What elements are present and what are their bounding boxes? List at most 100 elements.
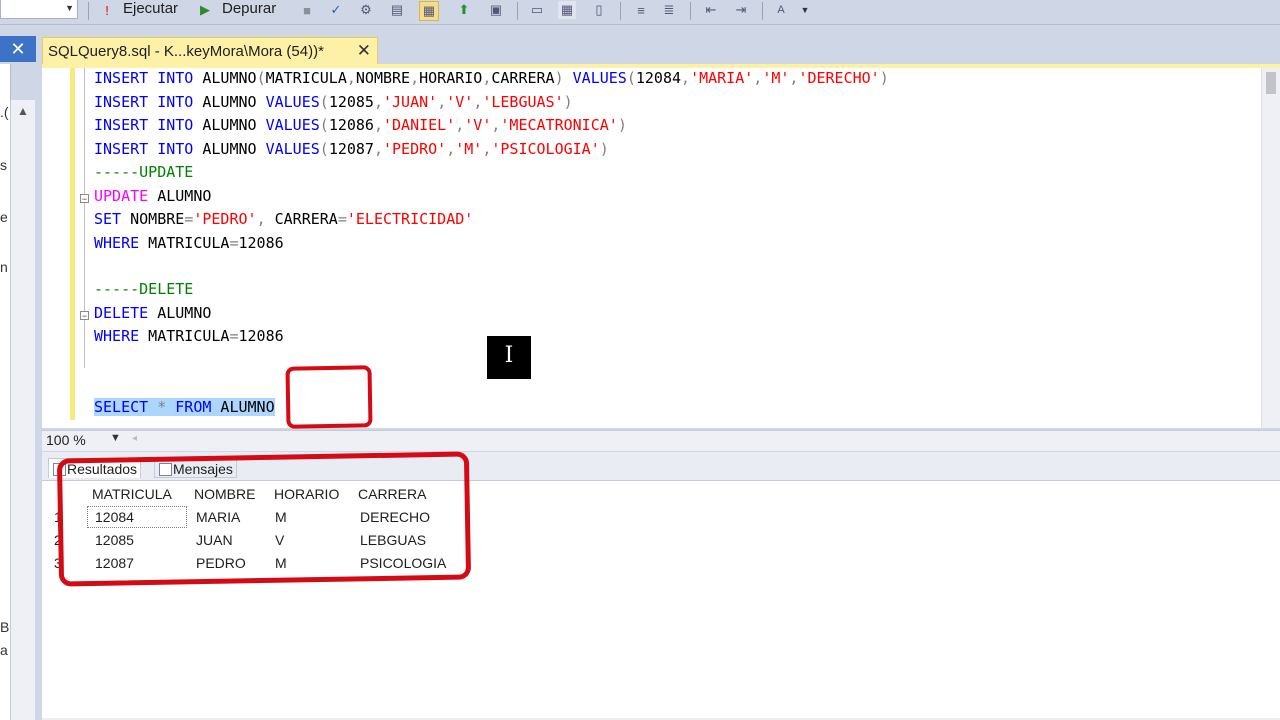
zoom-bar: 100 % ▼ ◂ <box>42 430 1280 451</box>
toolbar-separator <box>690 2 691 20</box>
tab-sqlquery8[interactable]: SQLQuery8.sql - K...keyMora\Mora (54))* … <box>42 37 378 65</box>
chevron-down-icon[interactable]: ▼ <box>110 432 121 444</box>
execute-icon[interactable]: ! <box>98 1 116 19</box>
code-token: 'DERECHO' <box>798 69 880 87</box>
code-line[interactable]: INSERT INTO ALUMNO VALUES(12085,'JUAN','… <box>94 92 573 112</box>
code-token: 12086 <box>238 327 284 345</box>
code-line[interactable]: DELETE ALUMNO <box>94 303 211 323</box>
toolbar-separator <box>762 2 763 20</box>
code-token: ALUMNO <box>193 69 257 87</box>
left-fragment: a <box>0 642 8 658</box>
code-line[interactable]: -----UPDATE <box>94 162 193 182</box>
code-token: MATRICULA <box>139 327 230 345</box>
code-token: ( <box>319 116 329 134</box>
code-token: INTO <box>157 116 194 134</box>
include-plan-icon[interactable]: ⬆ <box>455 1 473 19</box>
left-fragment: e <box>0 209 8 225</box>
code-token: WHERE <box>94 327 140 345</box>
code-token: ) <box>563 93 573 111</box>
query-options-icon[interactable]: ⚙ <box>357 1 375 19</box>
code-token: ) <box>554 69 573 87</box>
query-editor[interactable]: − − INSERT INTO ALUMNO(MATRICULA,NOMBRE,… <box>42 68 1280 429</box>
left-scrollbar[interactable]: ▲ <box>10 100 35 720</box>
code-line[interactable]: -----DELETE <box>94 279 193 299</box>
debug-icon[interactable]: ▶ <box>196 1 214 19</box>
scroll-left-icon[interactable]: ◂ <box>132 433 137 444</box>
code-line[interactable]: INSERT INTO ALUMNO VALUES(12087,'PEDRO',… <box>94 139 609 159</box>
results-to-text-icon[interactable]: ▭ <box>528 1 546 19</box>
code-token: , <box>753 69 763 87</box>
code-line[interactable]: INSERT INTO ALUMNO(MATRICULA,NOMBRE,HORA… <box>94 68 889 88</box>
code-token: FROM <box>175 398 212 416</box>
code-token: 12084 <box>635 69 682 87</box>
code-token: 'MECATRONICA' <box>500 116 618 134</box>
code-line[interactable]: SELECT * FROM ALUMNO <box>94 397 275 417</box>
code-token: ) <box>879 69 889 87</box>
code-token <box>148 398 158 416</box>
code-line[interactable]: UPDATE ALUMNO <box>94 186 211 206</box>
code-token: INSERT <box>94 116 149 134</box>
code-token: 'MARIA' <box>690 69 754 87</box>
code-token: ( <box>319 93 329 111</box>
stop-icon[interactable]: ■ <box>298 1 316 19</box>
toolbar-overflow-icon[interactable]: ▼ <box>796 1 814 19</box>
code-token: INSERT <box>94 93 149 111</box>
collapse-icon[interactable]: − <box>80 194 89 204</box>
code-token: , <box>446 140 456 158</box>
code-token: 'PEDRO' <box>383 140 447 158</box>
left-panel-close-button[interactable]: ✕ <box>0 36 36 62</box>
change-margin <box>70 68 75 420</box>
results-to-file-icon[interactable]: ▯ <box>590 1 608 19</box>
left-fragment: n <box>0 259 8 275</box>
code-line[interactable]: WHERE MATRICULA=12086 <box>94 326 284 346</box>
code-token: HORARIO <box>419 69 483 87</box>
specify-values-icon[interactable]: A <box>772 1 790 19</box>
code-token: , <box>373 93 383 111</box>
scrollbar-thumb[interactable] <box>1266 72 1276 94</box>
zoom-level[interactable]: 100 % <box>46 432 86 448</box>
chevron-up-icon[interactable]: ▲ <box>17 104 29 118</box>
code-token: 'M' <box>762 69 790 87</box>
results-to-grid-icon[interactable]: ▦ <box>419 1 439 21</box>
code-token: , <box>473 93 483 111</box>
close-icon[interactable]: ✕ <box>357 41 371 61</box>
code-token: 'M' <box>455 140 483 158</box>
statistics-icon[interactable]: ▣ <box>487 1 505 19</box>
debug-button[interactable]: Depurar <box>222 0 276 18</box>
code-token: 'PEDRO' <box>193 210 257 228</box>
results-grid-icon[interactable]: ▦ <box>558 1 576 19</box>
code-token: MATRICULA <box>265 69 347 87</box>
code-token: CARRERA <box>274 210 338 228</box>
left-fragment: B <box>0 619 10 635</box>
code-token: = <box>229 327 239 345</box>
code-line[interactable]: SET NOMBRE='PEDRO', CARRERA='ELECTRICIDA… <box>94 209 473 229</box>
code-token: 'LEBGUAS' <box>482 93 564 111</box>
code-token: , <box>455 116 465 134</box>
execute-button[interactable]: Ejecutar <box>123 0 178 18</box>
display-plan-icon[interactable]: ▤ <box>388 1 406 19</box>
comment-icon[interactable]: ≡ <box>632 1 650 19</box>
uncomment-icon[interactable]: ≣ <box>660 1 678 19</box>
code-token: INTO <box>157 93 194 111</box>
code-line[interactable]: INSERT INTO ALUMNO VALUES(12086,'DANIEL'… <box>94 115 627 135</box>
code-token: ) <box>599 140 609 158</box>
code-token: ALUMNO <box>193 140 266 158</box>
code-token: ALUMNO <box>193 93 266 111</box>
editor-scrollbar[interactable] <box>1261 68 1280 428</box>
code-token: ) <box>617 116 627 134</box>
code-token: 12087 <box>328 140 374 158</box>
code-token: = <box>229 234 239 252</box>
parse-icon[interactable]: ✓ <box>327 1 345 19</box>
decrease-indent-icon[interactable]: ⇤ <box>702 1 720 19</box>
code-token: VALUES <box>572 69 627 87</box>
code-token: VALUES <box>265 140 320 158</box>
code-token: INTO <box>157 69 194 87</box>
database-dropdown[interactable]: ▼ <box>0 0 78 19</box>
increase-indent-icon[interactable]: ⇥ <box>732 1 750 19</box>
code-token: ( <box>319 140 329 158</box>
chevron-down-icon[interactable]: ▼ <box>65 3 74 13</box>
code-line[interactable]: WHERE MATRICULA=12086 <box>94 233 284 253</box>
collapse-icon[interactable]: − <box>80 311 89 321</box>
